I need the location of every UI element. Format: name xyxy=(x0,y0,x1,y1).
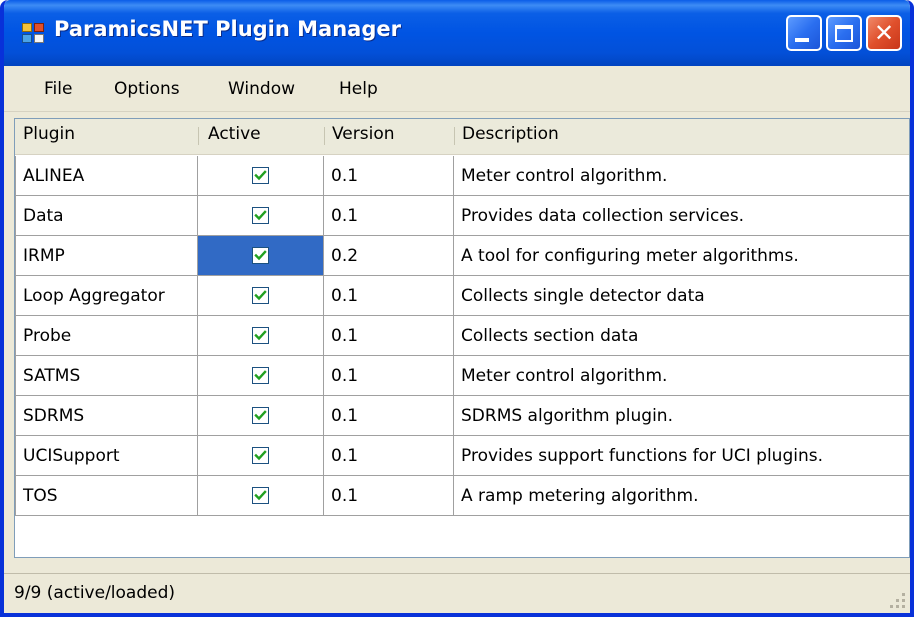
resize-grip-icon[interactable] xyxy=(890,593,906,609)
cell-version[interactable]: 0.1 xyxy=(324,196,454,236)
cell-version[interactable]: 0.1 xyxy=(324,156,454,196)
app-icon xyxy=(22,23,44,43)
cell-plugin[interactable]: SDRMS xyxy=(15,396,198,436)
cell-plugin[interactable]: UCISupport xyxy=(15,436,198,476)
cell-version[interactable]: 0.1 xyxy=(324,436,454,476)
close-icon: ✕ xyxy=(873,19,895,47)
plugin-grid[interactable]: Plugin Active Version Description ALINEA… xyxy=(14,118,910,558)
cell-plugin[interactable]: Data xyxy=(15,196,198,236)
minimize-icon xyxy=(795,38,809,42)
cell-active[interactable] xyxy=(198,276,324,316)
table-row[interactable]: ALINEA 0.1 Meter control algorithm. xyxy=(15,156,909,196)
cell-plugin[interactable]: SATMS xyxy=(15,356,198,396)
cell-plugin[interactable]: TOS xyxy=(15,476,198,516)
menu-help[interactable]: Help xyxy=(339,79,378,99)
cell-description[interactable]: Provides data collection services. xyxy=(454,196,909,236)
cell-description[interactable]: Provides support functions for UCI plugi… xyxy=(454,436,909,476)
table-row[interactable]: Loop Aggregator 0.1 Collects single detect… xyxy=(15,276,909,316)
cell-description[interactable]: Meter control algorithm. xyxy=(454,156,909,196)
cell-plugin[interactable]: Probe xyxy=(15,316,198,356)
cell-plugin[interactable]: IRMP xyxy=(15,236,198,276)
checkbox-checked-icon[interactable] xyxy=(252,487,269,504)
cell-version[interactable]: 0.1 xyxy=(324,276,454,316)
cell-version[interactable]: 0.2 xyxy=(324,236,454,276)
cell-description[interactable]: A tool for configuring meter algorithms. xyxy=(454,236,909,276)
checkbox-checked-icon[interactable] xyxy=(252,407,269,424)
maximize-button[interactable] xyxy=(826,15,862,51)
table-row[interactable]: Probe 0.1 Collects section data xyxy=(15,316,909,356)
minimize-button[interactable] xyxy=(786,15,822,51)
grid-bottom-rule xyxy=(15,557,910,558)
checkbox-checked-icon[interactable] xyxy=(252,207,269,224)
cell-plugin[interactable]: Loop Aggregator xyxy=(15,276,198,316)
cell-active[interactable] xyxy=(198,356,324,396)
table-row[interactable]: Data 0.1 Provides data collection services… xyxy=(15,196,909,236)
checkbox-checked-icon[interactable] xyxy=(252,367,269,384)
cell-active[interactable] xyxy=(198,236,324,276)
checkbox-checked-icon[interactable] xyxy=(252,447,269,464)
cell-active[interactable] xyxy=(198,316,324,356)
column-header-plugin[interactable]: Plugin xyxy=(15,119,198,155)
cell-description[interactable]: Collects section data xyxy=(454,316,909,356)
table-row[interactable]: UCISupport 0.1 Provides support functions … xyxy=(15,436,909,476)
grid-header: Plugin Active Version Description xyxy=(15,119,909,155)
close-button[interactable]: ✕ xyxy=(866,15,902,51)
cell-version[interactable]: 0.1 xyxy=(324,476,454,516)
cell-description[interactable]: A ramp metering algorithm. xyxy=(454,476,909,516)
cell-description[interactable]: Meter control algorithm. xyxy=(454,356,909,396)
title-bar[interactable]: ParamicsNET Plugin Manager ✕ xyxy=(4,0,910,66)
table-row[interactable]: SATMS 0.1 Meter control algorithm. xyxy=(15,356,909,396)
cell-active[interactable] xyxy=(198,156,324,196)
cell-active[interactable] xyxy=(198,396,324,436)
status-text: 9/9 (active/loaded) xyxy=(14,583,176,603)
table-row[interactable]: SDRMS 0.1 SDRMS algorithm plugin. xyxy=(15,396,909,436)
column-header-description[interactable]: Description xyxy=(454,119,909,155)
window-title: ParamicsNET Plugin Manager xyxy=(54,17,401,41)
cell-active[interactable] xyxy=(198,196,324,236)
cell-plugin[interactable]: ALINEA xyxy=(15,156,198,196)
cell-description[interactable]: Collects single detector data xyxy=(454,276,909,316)
table-row[interactable]: IRMP 0.2 A tool for configuring meter algo… xyxy=(15,236,909,276)
table-row[interactable]: TOS 0.1 A ramp metering algorithm. xyxy=(15,476,909,516)
checkbox-checked-icon[interactable] xyxy=(252,287,269,304)
checkbox-checked-icon[interactable] xyxy=(252,247,269,264)
column-header-active[interactable]: Active xyxy=(198,119,324,155)
menu-file[interactable]: File xyxy=(44,79,72,99)
cell-version[interactable]: 0.1 xyxy=(324,356,454,396)
status-bar: 9/9 (active/loaded) xyxy=(4,573,910,613)
menu-window[interactable]: Window xyxy=(228,79,295,99)
checkbox-checked-icon[interactable] xyxy=(252,167,269,184)
cell-description[interactable]: SDRMS algorithm plugin. xyxy=(454,396,909,436)
menu-bar: File Options Window Help xyxy=(4,66,910,112)
cell-active[interactable] xyxy=(198,476,324,516)
column-header-version[interactable]: Version xyxy=(324,119,454,155)
plugin-manager-window: ParamicsNET Plugin Manager ✕ File Option… xyxy=(0,0,914,617)
cell-version[interactable]: 0.1 xyxy=(324,316,454,356)
cell-active[interactable] xyxy=(198,436,324,476)
maximize-icon xyxy=(835,24,853,42)
cell-version[interactable]: 0.1 xyxy=(324,396,454,436)
checkbox-checked-icon[interactable] xyxy=(252,327,269,344)
menu-options[interactable]: Options xyxy=(114,79,180,99)
